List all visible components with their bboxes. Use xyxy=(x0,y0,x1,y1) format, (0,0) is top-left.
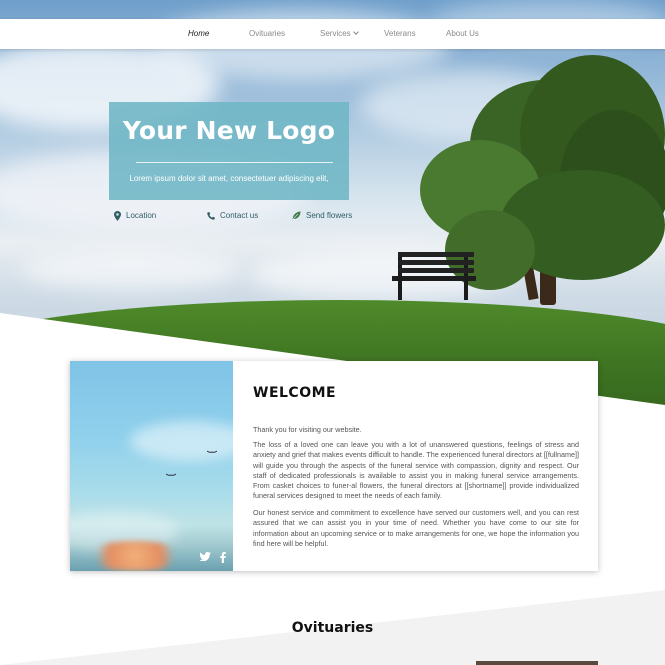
send-flowers-link[interactable]: Send flowers xyxy=(292,209,352,223)
leaf-icon xyxy=(292,211,301,220)
obituary-thumbnail[interactable] xyxy=(476,661,598,665)
bird-icon xyxy=(207,450,217,453)
contact-label: Contact us xyxy=(220,211,259,220)
welcome-paragraph-1: The loss of a loved one can leave you wi… xyxy=(253,440,579,501)
logo-box[interactable]: Your New Logo Lorem ipsum dolor sit amet… xyxy=(109,102,349,200)
twitter-icon[interactable] xyxy=(199,552,211,564)
welcome-intro: Thank you for visiting our website. xyxy=(253,425,362,434)
welcome-card: WELCOME Thank you for visiting our websi… xyxy=(70,361,598,571)
location-label: Location xyxy=(126,211,157,220)
nav-services[interactable]: Services xyxy=(320,19,359,49)
nav-home[interactable]: Home xyxy=(188,19,209,49)
nav-services-label: Services xyxy=(320,29,351,38)
nav-about-us[interactable]: About Us xyxy=(446,19,479,49)
contact-link[interactable]: Contact us xyxy=(207,209,258,223)
welcome-title: WELCOME xyxy=(253,385,337,401)
location-link[interactable]: Location xyxy=(114,209,156,223)
obituaries-title: Ovituaries xyxy=(291,620,374,636)
cloud-haze xyxy=(130,421,233,461)
sky-image xyxy=(70,361,233,571)
logo-tagline: Lorem ipsum dolor sit amet, consectetuer… xyxy=(129,174,329,183)
top-nav: Home Ovituaries Services Veterans About … xyxy=(0,19,665,49)
sunset-cloud xyxy=(85,541,185,571)
nav-ovituaries[interactable]: Ovituaries xyxy=(249,19,285,49)
nav-veterans[interactable]: Veterans xyxy=(384,19,416,49)
welcome-paragraph-2: Our honest service and commitment to exc… xyxy=(253,508,579,548)
logo-divider xyxy=(136,162,333,163)
phone-icon xyxy=(207,212,215,220)
logo-text: Your New Logo xyxy=(122,116,336,145)
send-flowers-label: Send flowers xyxy=(306,211,353,220)
chevron-down-icon xyxy=(352,29,359,35)
facebook-icon[interactable] xyxy=(220,552,226,566)
map-pin-icon xyxy=(114,210,121,221)
bird-icon xyxy=(166,473,176,476)
